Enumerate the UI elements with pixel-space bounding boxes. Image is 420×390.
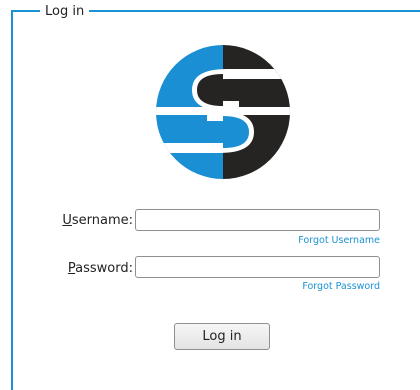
username-input[interactable] [135, 209, 380, 231]
fieldset-legend: Log in [40, 3, 90, 20]
password-label: Password: [60, 261, 133, 276]
username-access-key: U [62, 213, 72, 228]
password-input[interactable] [135, 256, 380, 278]
forgot-password-link[interactable]: Forgot Password [250, 281, 380, 292]
username-label-text: sername: [71, 213, 133, 228]
login-button[interactable]: Log in [174, 323, 270, 350]
password-label-text: assword: [75, 261, 133, 276]
s-logo-icon [156, 45, 290, 179]
forgot-username-link[interactable]: Forgot Username [250, 235, 380, 246]
username-label: Username: [60, 213, 133, 228]
